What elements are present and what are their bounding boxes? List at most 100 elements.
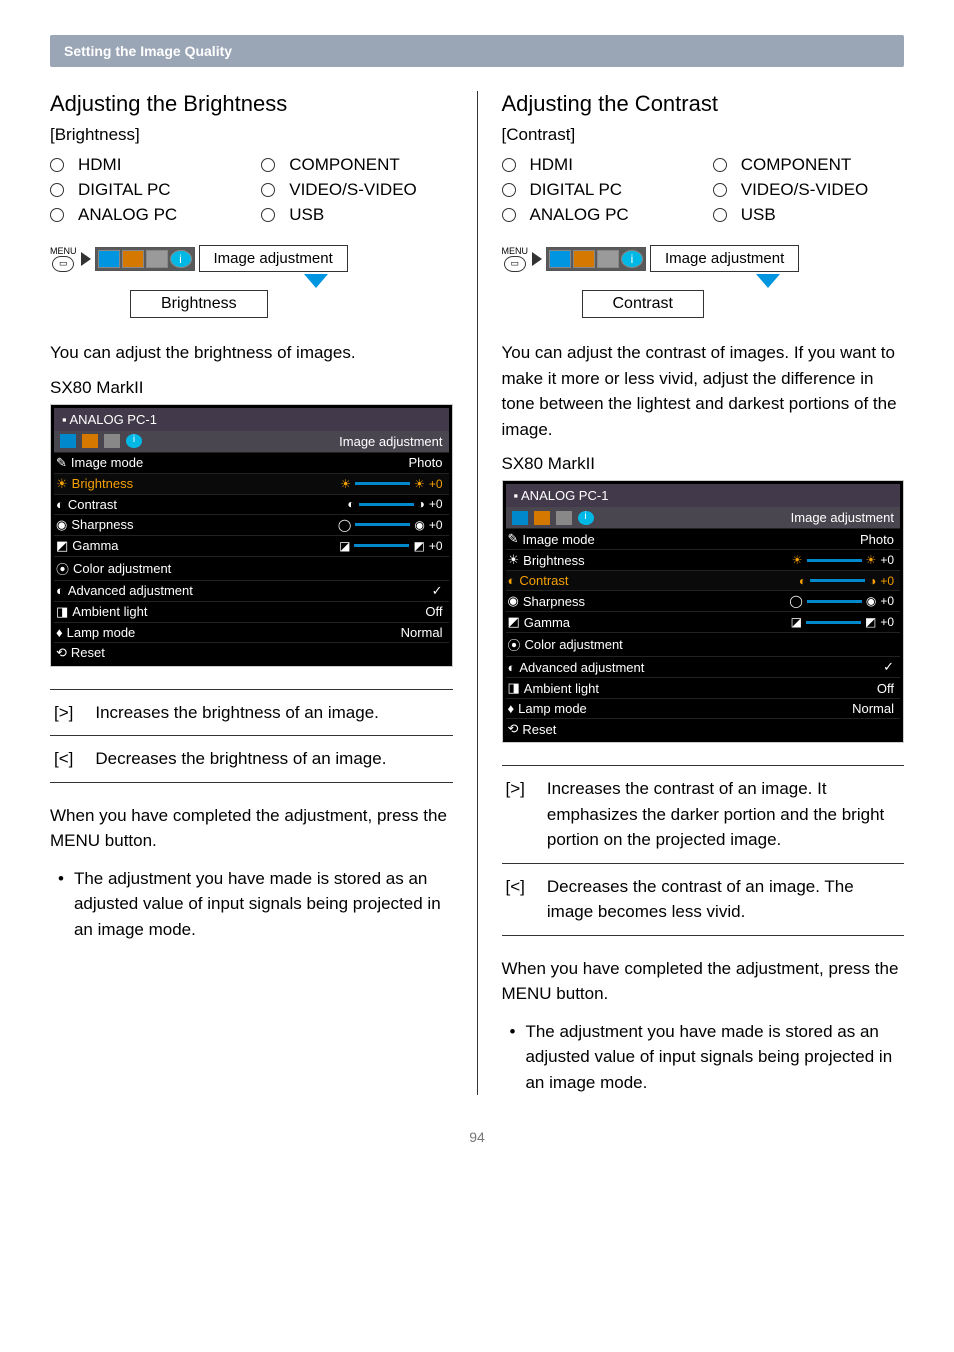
input-usb: USB	[261, 205, 452, 225]
arrow-right-icon	[532, 252, 542, 266]
tab-icon	[549, 250, 571, 268]
radio-icon	[50, 183, 64, 197]
input-hdmi: HDMI	[50, 155, 241, 175]
menu-button-icon: MENU ▭	[502, 246, 529, 272]
osd-row-ambient: ◨ Ambient lightOff	[506, 677, 901, 698]
tab-icon	[146, 250, 168, 268]
radio-icon	[261, 208, 275, 222]
osd-row-reset: ⟲ Reset	[506, 718, 901, 739]
radio-icon	[50, 158, 64, 172]
radio-icon	[713, 183, 727, 197]
tab-icon	[534, 511, 550, 525]
submenu-brightness: Brightness	[130, 290, 268, 318]
direction-increase: [>] Increases the contrast of an image. …	[502, 766, 905, 864]
input-videos: VIDEO/S-VIDEO	[261, 180, 452, 200]
bullet-note: The adjustment you have made is stored a…	[502, 1019, 905, 1096]
section-title-contrast: Adjusting the Contrast	[502, 91, 905, 117]
radio-icon	[713, 158, 727, 172]
osd-row-advanced: ◐ Advanced adjustment✓	[54, 580, 449, 601]
subtitle-brightness: [Brightness]	[50, 125, 453, 145]
radio-icon	[50, 208, 64, 222]
subtitle-contrast: [Contrast]	[502, 125, 905, 145]
intro-text: You can adjust the brightness of images.	[50, 340, 453, 366]
model-name: SX80 MarkII	[502, 454, 905, 474]
tab-icon	[512, 511, 528, 525]
tab-icon	[60, 434, 76, 448]
tab-icon	[573, 250, 595, 268]
input-digitalpc: DIGITAL PC	[50, 180, 241, 200]
menu-tabs: i	[95, 247, 195, 271]
intro-text: You can adjust the contrast of images. I…	[502, 340, 905, 442]
osd-row-brightness: ☀ Brightness☀☀ +0	[54, 473, 449, 494]
menu-label: Image adjustment	[650, 245, 799, 272]
closing-text: When you have completed the adjustment, …	[50, 803, 453, 854]
arrow-down-icon	[304, 274, 328, 288]
direction-table: [>] Increases the contrast of an image. …	[502, 765, 905, 936]
radio-icon	[502, 183, 516, 197]
menu-button-icon: MENU ▭	[50, 246, 77, 272]
osd-row-color: ⦿ Color adjustment	[506, 632, 901, 656]
osd-row-contrast: ◐ Contrast◐◑ +0	[506, 570, 901, 590]
direction-decrease: [<] Decreases the brightness of an image…	[50, 736, 453, 783]
osd-row-sharpness: ◉ Sharpness◯◉ +0	[54, 514, 449, 535]
input-component: COMPONENT	[261, 155, 452, 175]
osd-row-lamp: ♦ Lamp modeNormal	[54, 622, 449, 642]
osd-row-contrast: ◐ Contrast◐◑ +0	[54, 494, 449, 514]
arrow-right-icon	[81, 252, 91, 266]
arrow-down-icon	[756, 274, 780, 288]
submenu-contrast: Contrast	[582, 290, 704, 318]
radio-icon	[502, 158, 516, 172]
two-column-layout: Adjusting the Brightness [Brightness] HD…	[50, 91, 904, 1095]
osd-row-gamma: ◩ Gamma◪◩ +0	[506, 611, 901, 632]
input-hdmi: HDMI	[502, 155, 693, 175]
osd-row-imagemode: ✎ Image modePhoto	[54, 452, 449, 473]
info-icon: i	[126, 434, 142, 448]
direction-table: [>] Increases the brightness of an image…	[50, 689, 453, 783]
radio-icon	[502, 208, 516, 222]
bullet-icon	[510, 1019, 516, 1096]
input-usb: USB	[713, 205, 904, 225]
tab-icon	[556, 511, 572, 525]
section-title-brightness: Adjusting the Brightness	[50, 91, 453, 117]
osd-row-ambient: ◨ Ambient lightOff	[54, 601, 449, 622]
bullet-note: The adjustment you have made is stored a…	[50, 866, 453, 943]
input-analogpc: ANALOG PC	[50, 205, 241, 225]
osd-row-reset: ⟲ Reset	[54, 642, 449, 663]
radio-icon	[713, 208, 727, 222]
right-column: Adjusting the Contrast [Contrast] HDMI C…	[502, 91, 905, 1095]
menu-label: Image adjustment	[199, 245, 348, 272]
info-icon: i	[170, 250, 192, 268]
osd-screenshot-brightness: ▪ ANALOG PC-1 i Image adjustment ✎ Image…	[50, 404, 453, 667]
closing-text: When you have completed the adjustment, …	[502, 956, 905, 1007]
input-digitalpc: DIGITAL PC	[502, 180, 693, 200]
input-list: HDMI COMPONENT DIGITAL PC VIDEO/S-VIDEO …	[50, 155, 453, 225]
tab-icon	[82, 434, 98, 448]
osd-row-color: ⦿ Color adjustment	[54, 556, 449, 580]
osd-row-sharpness: ◉ Sharpness◯◉ +0	[506, 590, 901, 611]
osd-screenshot-contrast: ▪ ANALOG PC-1 i Image adjustment ✎ Image…	[502, 480, 905, 743]
tab-icon	[597, 250, 619, 268]
menu-path-diagram: MENU ▭ i Image adjustment Brightness	[50, 245, 453, 318]
osd-source: ▪ ANALOG PC-1	[506, 484, 901, 507]
radio-icon	[261, 158, 275, 172]
direction-increase: [>] Increases the brightness of an image…	[50, 690, 453, 737]
tab-icon	[98, 250, 120, 268]
model-name: SX80 MarkII	[50, 378, 453, 398]
menu-tabs: i	[546, 247, 646, 271]
osd-row-brightness: ☀ Brightness☀☀ +0	[506, 549, 901, 570]
osd-row-gamma: ◩ Gamma◪◩ +0	[54, 535, 449, 556]
tab-icon	[104, 434, 120, 448]
menu-path-diagram: MENU ▭ i Image adjustment Contrast	[502, 245, 905, 318]
osd-row-lamp: ♦ Lamp modeNormal	[506, 698, 901, 718]
radio-icon	[261, 183, 275, 197]
input-videos: VIDEO/S-VIDEO	[713, 180, 904, 200]
direction-decrease: [<] Decreases the contrast of an image. …	[502, 864, 905, 936]
info-icon: i	[621, 250, 643, 268]
input-component: COMPONENT	[713, 155, 904, 175]
page-number: 94	[50, 1129, 904, 1145]
input-list: HDMI COMPONENT DIGITAL PC VIDEO/S-VIDEO …	[502, 155, 905, 225]
left-column: Adjusting the Brightness [Brightness] HD…	[50, 91, 478, 1095]
osd-row-imagemode: ✎ Image modePhoto	[506, 528, 901, 549]
osd-row-advanced: ◐ Advanced adjustment✓	[506, 656, 901, 677]
input-analogpc: ANALOG PC	[502, 205, 693, 225]
